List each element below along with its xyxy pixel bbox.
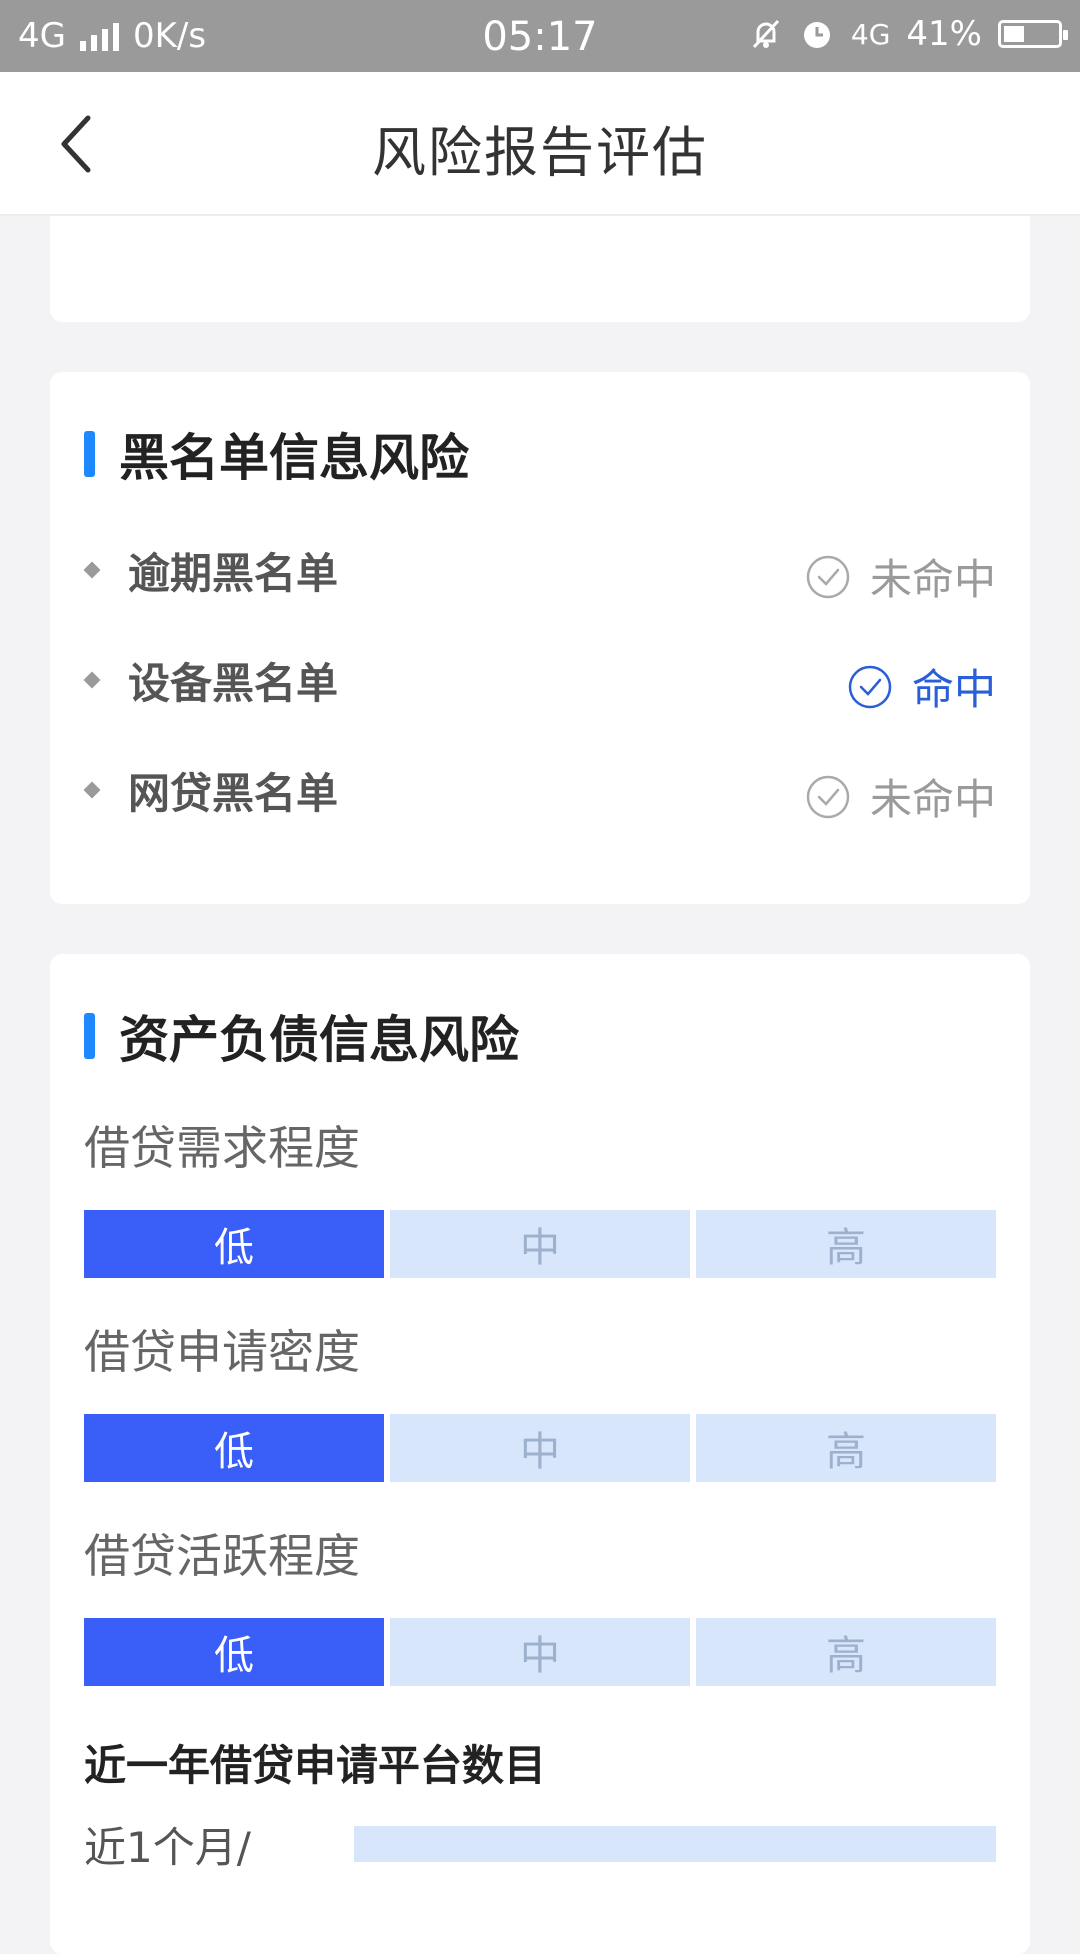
level-meter: 低 中 高 <box>84 1618 996 1686</box>
battery-icon <box>998 20 1068 48</box>
level-low: 低 <box>84 1210 384 1278</box>
meter-label: 借贷需求程度 <box>84 1121 360 1175</box>
section-title-blacklist: 黑名单信息风险 <box>84 426 469 487</box>
blacklist-label: 设备黑名单 <box>128 658 339 708</box>
section-title-assets: 资产负债信息风险 <box>84 1008 519 1069</box>
page-title: 风险报告评估 <box>372 121 708 184</box>
blacklist-row: 逾期黑名单 未命中 <box>83 538 996 604</box>
section-accent-bar <box>84 1013 95 1059</box>
battery-percent: 41% <box>906 14 982 54</box>
level-high: 高 <box>696 1618 996 1686</box>
check-circle-icon <box>806 555 850 598</box>
check-circle-icon <box>848 665 892 708</box>
status-text: 命中 <box>911 665 996 714</box>
status-text: 未命中 <box>869 775 996 824</box>
platform-count-title: 近一年借贷申请平台数目 <box>84 1741 547 1790</box>
assets-card: 资产负债信息风险 借贷需求程度 低 中 高 借贷申请密度 低 中 高 借贷活跃程… <box>50 954 1030 1954</box>
level-low: 低 <box>84 1414 384 1482</box>
alarm-icon <box>803 22 830 48</box>
period-bar <box>354 1826 996 1862</box>
section-title-text: 资产负债信息风险 <box>119 1011 519 1069</box>
bullet-icon <box>83 671 101 689</box>
blacklist-status: 未命中 <box>806 546 996 607</box>
blacklist-label: 网贷黑名单 <box>128 768 339 818</box>
previous-section-card <box>50 216 1030 322</box>
level-high: 高 <box>696 1210 996 1278</box>
mute-icon <box>752 19 780 49</box>
blacklist-card: 黑名单信息风险 逾期黑名单 未命中 设备黑名单 命中 网贷黑名单 未命中 <box>50 372 1030 904</box>
level-meter: 低 中 高 <box>84 1210 996 1278</box>
section-title-text: 黑名单信息风险 <box>119 429 469 487</box>
check-circle-icon <box>806 775 850 818</box>
meter-label: 借贷申请密度 <box>84 1325 360 1379</box>
blacklist-row: 网贷黑名单 未命中 <box>83 758 996 824</box>
level-medium: 中 <box>390 1210 690 1278</box>
status-text: 未命中 <box>869 555 996 604</box>
blacklist-row: 设备黑名单 命中 <box>83 648 996 714</box>
section-accent-bar <box>84 431 95 477</box>
level-low: 低 <box>84 1618 384 1686</box>
blacklist-label: 逾期黑名单 <box>128 548 339 598</box>
bullet-icon <box>83 781 101 799</box>
status-bar: 4G 0K/s 05:17 4G 41% <box>0 0 1080 72</box>
blacklist-status: 未命中 <box>806 766 996 827</box>
level-medium: 中 <box>390 1414 690 1482</box>
network-type-secondary: 4G <box>850 17 891 51</box>
bullet-icon <box>83 561 101 579</box>
level-medium: 中 <box>390 1618 690 1686</box>
blacklist-status: 命中 <box>848 656 996 717</box>
nav-bar: 风险报告评估 <box>0 72 1080 216</box>
level-high: 高 <box>696 1414 996 1482</box>
level-meter: 低 中 高 <box>84 1414 996 1482</box>
meter-label: 借贷活跃程度 <box>84 1529 360 1583</box>
period-label: 近1个月/ <box>84 1823 251 1872</box>
